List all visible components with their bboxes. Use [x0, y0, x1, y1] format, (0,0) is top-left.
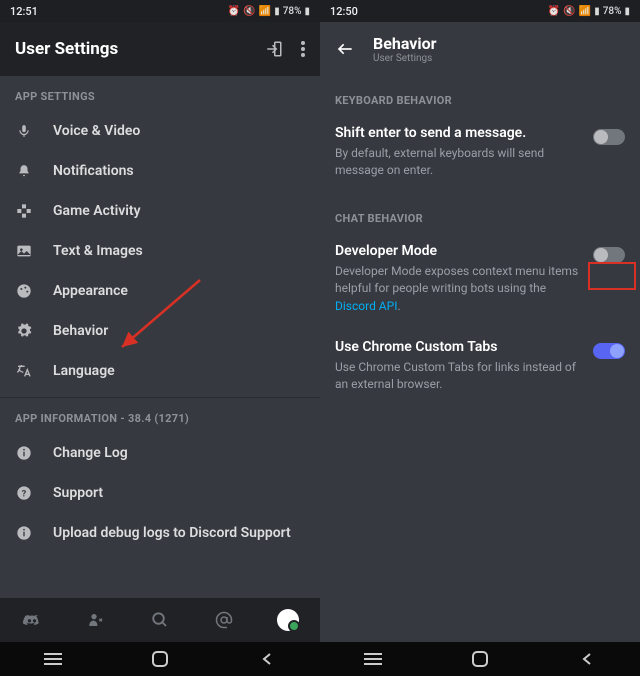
header: User Settings — [0, 22, 320, 76]
settings-item-upload-logs[interactable]: Upload debug logs to Discord Support — [0, 513, 320, 553]
nav-recents[interactable] — [333, 652, 413, 666]
gamepad-icon — [15, 203, 33, 219]
toggle-developer-mode[interactable] — [593, 247, 625, 263]
nav-back[interactable] — [227, 652, 307, 666]
image-icon — [15, 244, 33, 258]
settings-item-text[interactable]: Text & Images — [0, 231, 320, 271]
tab-search[interactable] — [140, 611, 180, 629]
settings-item-label: Language — [53, 363, 115, 379]
settings-item-appearance[interactable]: Appearance — [0, 271, 320, 311]
settings-item-voice[interactable]: Voice & Video — [0, 111, 320, 151]
settings-item-label: Game Activity — [53, 203, 141, 219]
battery-icon: ▮ — [304, 6, 310, 17]
tab-friends[interactable] — [76, 612, 116, 628]
mute-icon: 🔇 — [243, 6, 255, 17]
desc-a: Developer Mode exposes context menu item… — [335, 264, 578, 295]
setting-shift-enter[interactable]: Shift enter to send a message. By defaul… — [320, 115, 640, 194]
bottom-tabs — [0, 598, 320, 642]
status-bar: 12:50 ⏰ 🔇 📶 ▮ 78% ▮ — [320, 0, 640, 22]
signal-icon: ▮ — [274, 6, 280, 17]
setting-desc: By default, external keyboards will send… — [335, 145, 583, 180]
settings-item-label: Change Log — [53, 445, 128, 461]
info-icon — [15, 445, 33, 461]
tab-home[interactable] — [12, 612, 52, 628]
group-keyboard: KEYBOARD BEHAVIOR — [320, 76, 640, 115]
setting-desc: Developer Mode exposes context menu item… — [335, 263, 583, 315]
settings-item-notifications[interactable]: Notifications — [0, 151, 320, 191]
page-subtitle: User Settings — [373, 53, 436, 64]
settings-item-changelog[interactable]: Change Log — [0, 433, 320, 473]
annotation-highlight — [588, 262, 636, 290]
gear-icon — [15, 323, 33, 339]
toggle-shift-enter[interactable] — [593, 129, 625, 145]
battery-pct: 78% — [283, 6, 302, 17]
settings-item-label: Notifications — [53, 163, 134, 179]
mic-icon — [15, 123, 33, 139]
wifi-icon: 📶 — [259, 6, 271, 17]
status-bar: 12:51 ⏰ 🔇 📶 ▮ 78% ▮ — [0, 0, 320, 22]
settings-item-label: Behavior — [53, 323, 108, 339]
settings-item-label: Upload debug logs to Discord Support — [53, 525, 291, 541]
nav-recents[interactable] — [13, 652, 93, 666]
more-icon[interactable] — [301, 41, 305, 57]
status-time: 12:50 — [330, 5, 358, 18]
toggle-chrome-tabs[interactable] — [593, 343, 625, 359]
settings-item-label: Support — [53, 485, 103, 501]
settings-item-behavior[interactable]: Behavior — [0, 311, 320, 351]
settings-item-support[interactable]: ? Support — [0, 473, 320, 513]
desc-b: . — [397, 299, 400, 313]
nav-back[interactable] — [547, 652, 627, 666]
palette-icon — [15, 283, 33, 299]
wifi-icon: 📶 — [579, 6, 591, 17]
setting-desc: Use Chrome Custom Tabs for links instead… — [335, 359, 583, 394]
android-navbar — [320, 642, 640, 676]
settings-item-label: Text & Images — [53, 243, 143, 259]
right-pane: 12:50 ⏰ 🔇 📶 ▮ 78% ▮ Behavior User Settin… — [320, 0, 640, 676]
group-chat: CHAT BEHAVIOR — [320, 194, 640, 233]
mute-icon: 🔇 — [563, 6, 575, 17]
battery-pct: 78% — [603, 6, 622, 17]
page-title: User Settings — [15, 39, 118, 59]
help-icon: ? — [15, 485, 33, 501]
tab-mentions[interactable] — [204, 611, 244, 629]
page-title: Behavior — [373, 34, 436, 53]
signal-icon: ▮ — [594, 6, 600, 17]
setting-chrome-tabs[interactable]: Use Chrome Custom Tabs Use Chrome Custom… — [320, 329, 640, 408]
settings-item-label: Appearance — [53, 283, 128, 299]
nav-home[interactable] — [440, 651, 520, 667]
battery-icon: ▮ — [624, 6, 630, 17]
android-navbar — [0, 642, 320, 676]
discord-api-link[interactable]: Discord API — [335, 299, 397, 313]
section-app-settings: APP SETTINGS — [0, 76, 320, 111]
header: Behavior User Settings — [320, 22, 640, 76]
settings-item-game[interactable]: Game Activity — [0, 191, 320, 231]
setting-title: Shift enter to send a message. — [335, 125, 583, 141]
bell-icon — [15, 163, 33, 179]
setting-title: Developer Mode — [335, 243, 583, 259]
avatar — [277, 609, 299, 631]
nav-home[interactable] — [120, 651, 200, 667]
alarm-icon: ⏰ — [228, 6, 240, 17]
language-icon — [15, 363, 33, 379]
info-icon — [15, 525, 33, 541]
section-app-info: APP INFORMATION - 38.4 (1271) — [0, 398, 320, 433]
settings-item-language[interactable]: Language — [0, 351, 320, 391]
status-icons: ⏰ 🔇 📶 ▮ 78% ▮ — [548, 6, 630, 17]
setting-title: Use Chrome Custom Tabs — [335, 339, 583, 355]
svg-text:?: ? — [22, 488, 27, 499]
left-pane: 12:51 ⏰ 🔇 📶 ▮ 78% ▮ User Settings APP SE… — [0, 0, 320, 676]
status-icons: ⏰ 🔇 📶 ▮ 78% ▮ — [228, 6, 310, 17]
settings-item-label: Voice & Video — [53, 123, 140, 139]
status-time: 12:51 — [10, 5, 38, 18]
tab-profile[interactable] — [268, 609, 308, 631]
back-button[interactable] — [335, 41, 355, 57]
alarm-icon: ⏰ — [548, 6, 560, 17]
login-icon[interactable] — [265, 40, 283, 58]
